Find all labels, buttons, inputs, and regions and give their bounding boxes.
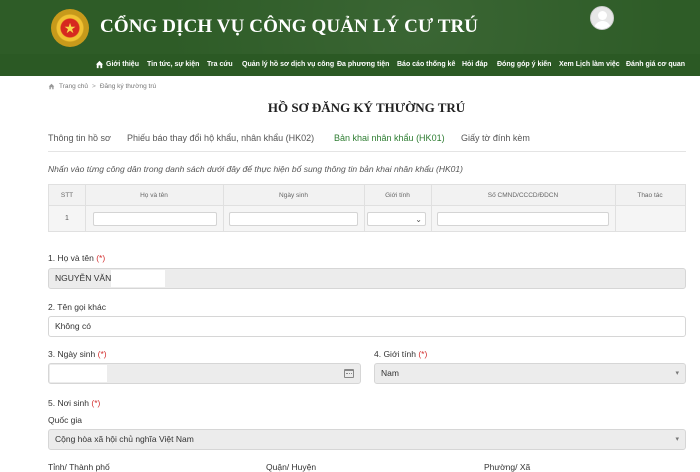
row-ngay-sinh-input[interactable] (229, 212, 358, 226)
breadcrumb-home[interactable]: Trang chủ (59, 83, 88, 90)
caret-down-icon: ▾ (675, 370, 679, 377)
required-marker: (*) (91, 398, 101, 408)
gioi-tinh-select[interactable]: Nam ▾ (374, 363, 686, 384)
calendar-icon[interactable] (344, 369, 354, 378)
nav-item-quan-ly-ho-so[interactable]: Quản lý hồ sơ dịch vụ công (242, 54, 334, 76)
main-nav: Giới thiệu Tin tức, sự kiện Tra cứu Quản… (0, 54, 700, 76)
required-marker: (*) (418, 349, 428, 359)
required-marker: (*) (96, 253, 106, 263)
home-icon[interactable] (95, 60, 104, 69)
phuong-xa-label: Phường/ Xã (484, 462, 531, 472)
tinh-thanh-pho-label: Tỉnh/ Thành phố (48, 462, 110, 472)
row-stt: 1 (65, 215, 69, 222)
column-header-gioi-tinh: Giới tính (385, 192, 410, 199)
breadcrumb-current: Đăng ký thường trú (99, 82, 157, 90)
page-title: HỒ SƠ ĐĂNG KÝ THƯỜNG TRÚ (267, 100, 466, 115)
home-icon[interactable] (48, 83, 55, 90)
redaction-mask (50, 365, 107, 382)
nav-item-danh-gia[interactable]: Đánh giá cơ quan (626, 54, 685, 76)
column-divider (223, 185, 224, 231)
column-divider (364, 185, 365, 231)
row-gioi-tinh-select[interactable]: ⌄ (367, 212, 426, 226)
citizen-table: STT Họ và tên Ngày sinh Giới tính Số CMN… (48, 184, 686, 232)
column-divider (431, 185, 432, 231)
caret-down-icon: ▾ (675, 436, 679, 443)
breadcrumb: Trang chủ > Đăng ký thường trú (48, 80, 156, 92)
column-header-so-giay-to: Số CMND/CCCD/ĐDCN (487, 192, 559, 199)
nav-item-tin-tuc[interactable]: Tin tức, sự kiện (147, 54, 199, 76)
column-divider (85, 185, 86, 231)
tab-thong-tin-ho-so[interactable]: Thông tin hồ sơ (48, 133, 111, 143)
column-header-ngay-sinh: Ngày sinh (279, 192, 308, 199)
breadcrumb-separator: > (92, 82, 96, 90)
ten-goi-khac-label: 2. Tên gọi khác (48, 302, 106, 312)
nav-item-lich-lam-viec[interactable]: Xem Lịch làm việc (559, 54, 620, 76)
site-title[interactable]: CỔNG DỊCH VỤ CÔNG QUẢN LÝ CƯ TRÚ (100, 16, 478, 38)
nav-item-dong-gop[interactable]: Đóng góp ý kiến (497, 54, 551, 76)
quan-huyen-label: Quận/ Huyện (266, 462, 317, 472)
site-header: ★ CỔNG DỊCH VỤ CÔNG QUẢN LÝ CƯ TRÚ (0, 0, 700, 54)
row-so-giay-to-input[interactable] (437, 212, 609, 226)
ten-goi-khac-field[interactable]: Không có (48, 316, 686, 337)
column-header-thao-tac: Thao tác (637, 192, 663, 199)
ngay-sinh-label: 3. Ngày sinh (*) (48, 349, 107, 359)
chevron-down-icon: ⌄ (415, 215, 422, 224)
gioi-tinh-value: Nam (381, 368, 399, 378)
user-avatar-icon[interactable] (590, 6, 614, 30)
redaction-mask (111, 270, 165, 287)
ho-ten-label: 1. Họ và tên (*) (48, 253, 105, 263)
tab-giay-to-dinh-kem[interactable]: Giấy tờ đính kèm (461, 133, 530, 143)
table-header: STT Họ và tên Ngày sinh Giới tính Số CMN… (49, 185, 685, 206)
nav-item-gioi-thieu[interactable]: Giới thiệu (106, 54, 139, 76)
row-ho-ten-input[interactable] (93, 212, 217, 226)
column-divider (615, 185, 616, 231)
noi-sinh-label: 5. Nơi sinh (*) (48, 398, 100, 408)
column-header-ho-ten: Họ và tên (140, 192, 168, 199)
nav-item-bao-cao[interactable]: Báo cáo thống kê (397, 54, 455, 76)
nav-item-da-phuong-tien[interactable]: Đa phương tiện (337, 54, 389, 76)
quoc-gia-value: Cộng hòa xã hội chủ nghĩa Việt Nam (55, 434, 194, 444)
gioi-tinh-label: 4. Giới tính (*) (374, 349, 427, 359)
required-marker: (*) (97, 349, 107, 359)
ngay-sinh-label-text: 3. Ngày sinh (48, 349, 96, 359)
tab-hk01[interactable]: Bản khai nhân khẩu (HK01) (334, 133, 445, 143)
instruction-text: Nhấn vào từng công dân trong danh sách d… (48, 164, 463, 174)
nav-item-hoi-dap[interactable]: Hỏi đáp (462, 54, 488, 76)
quoc-gia-label: Quốc gia (48, 415, 83, 425)
police-emblem-icon[interactable]: ★ (51, 9, 89, 47)
gioi-tinh-label-text: 4. Giới tính (374, 349, 416, 359)
column-header-stt: STT (60, 192, 74, 199)
tab-divider (48, 151, 686, 152)
nav-item-tra-cuu[interactable]: Tra cứu (207, 54, 233, 76)
ho-ten-value: NGUYỄN VĂN (55, 273, 112, 283)
tab-hk02[interactable]: Phiếu báo thay đổi hộ khẩu, nhân khẩu (H… (127, 133, 314, 143)
noi-sinh-label-text: 5. Nơi sinh (48, 398, 90, 408)
table-row[interactable]: 1 ⌄ (49, 206, 685, 231)
ten-goi-khac-value: Không có (55, 321, 91, 331)
ho-ten-label-text: 1. Họ và tên (48, 253, 94, 263)
quoc-gia-select[interactable]: Cộng hòa xã hội chủ nghĩa Việt Nam ▾ (48, 429, 686, 450)
